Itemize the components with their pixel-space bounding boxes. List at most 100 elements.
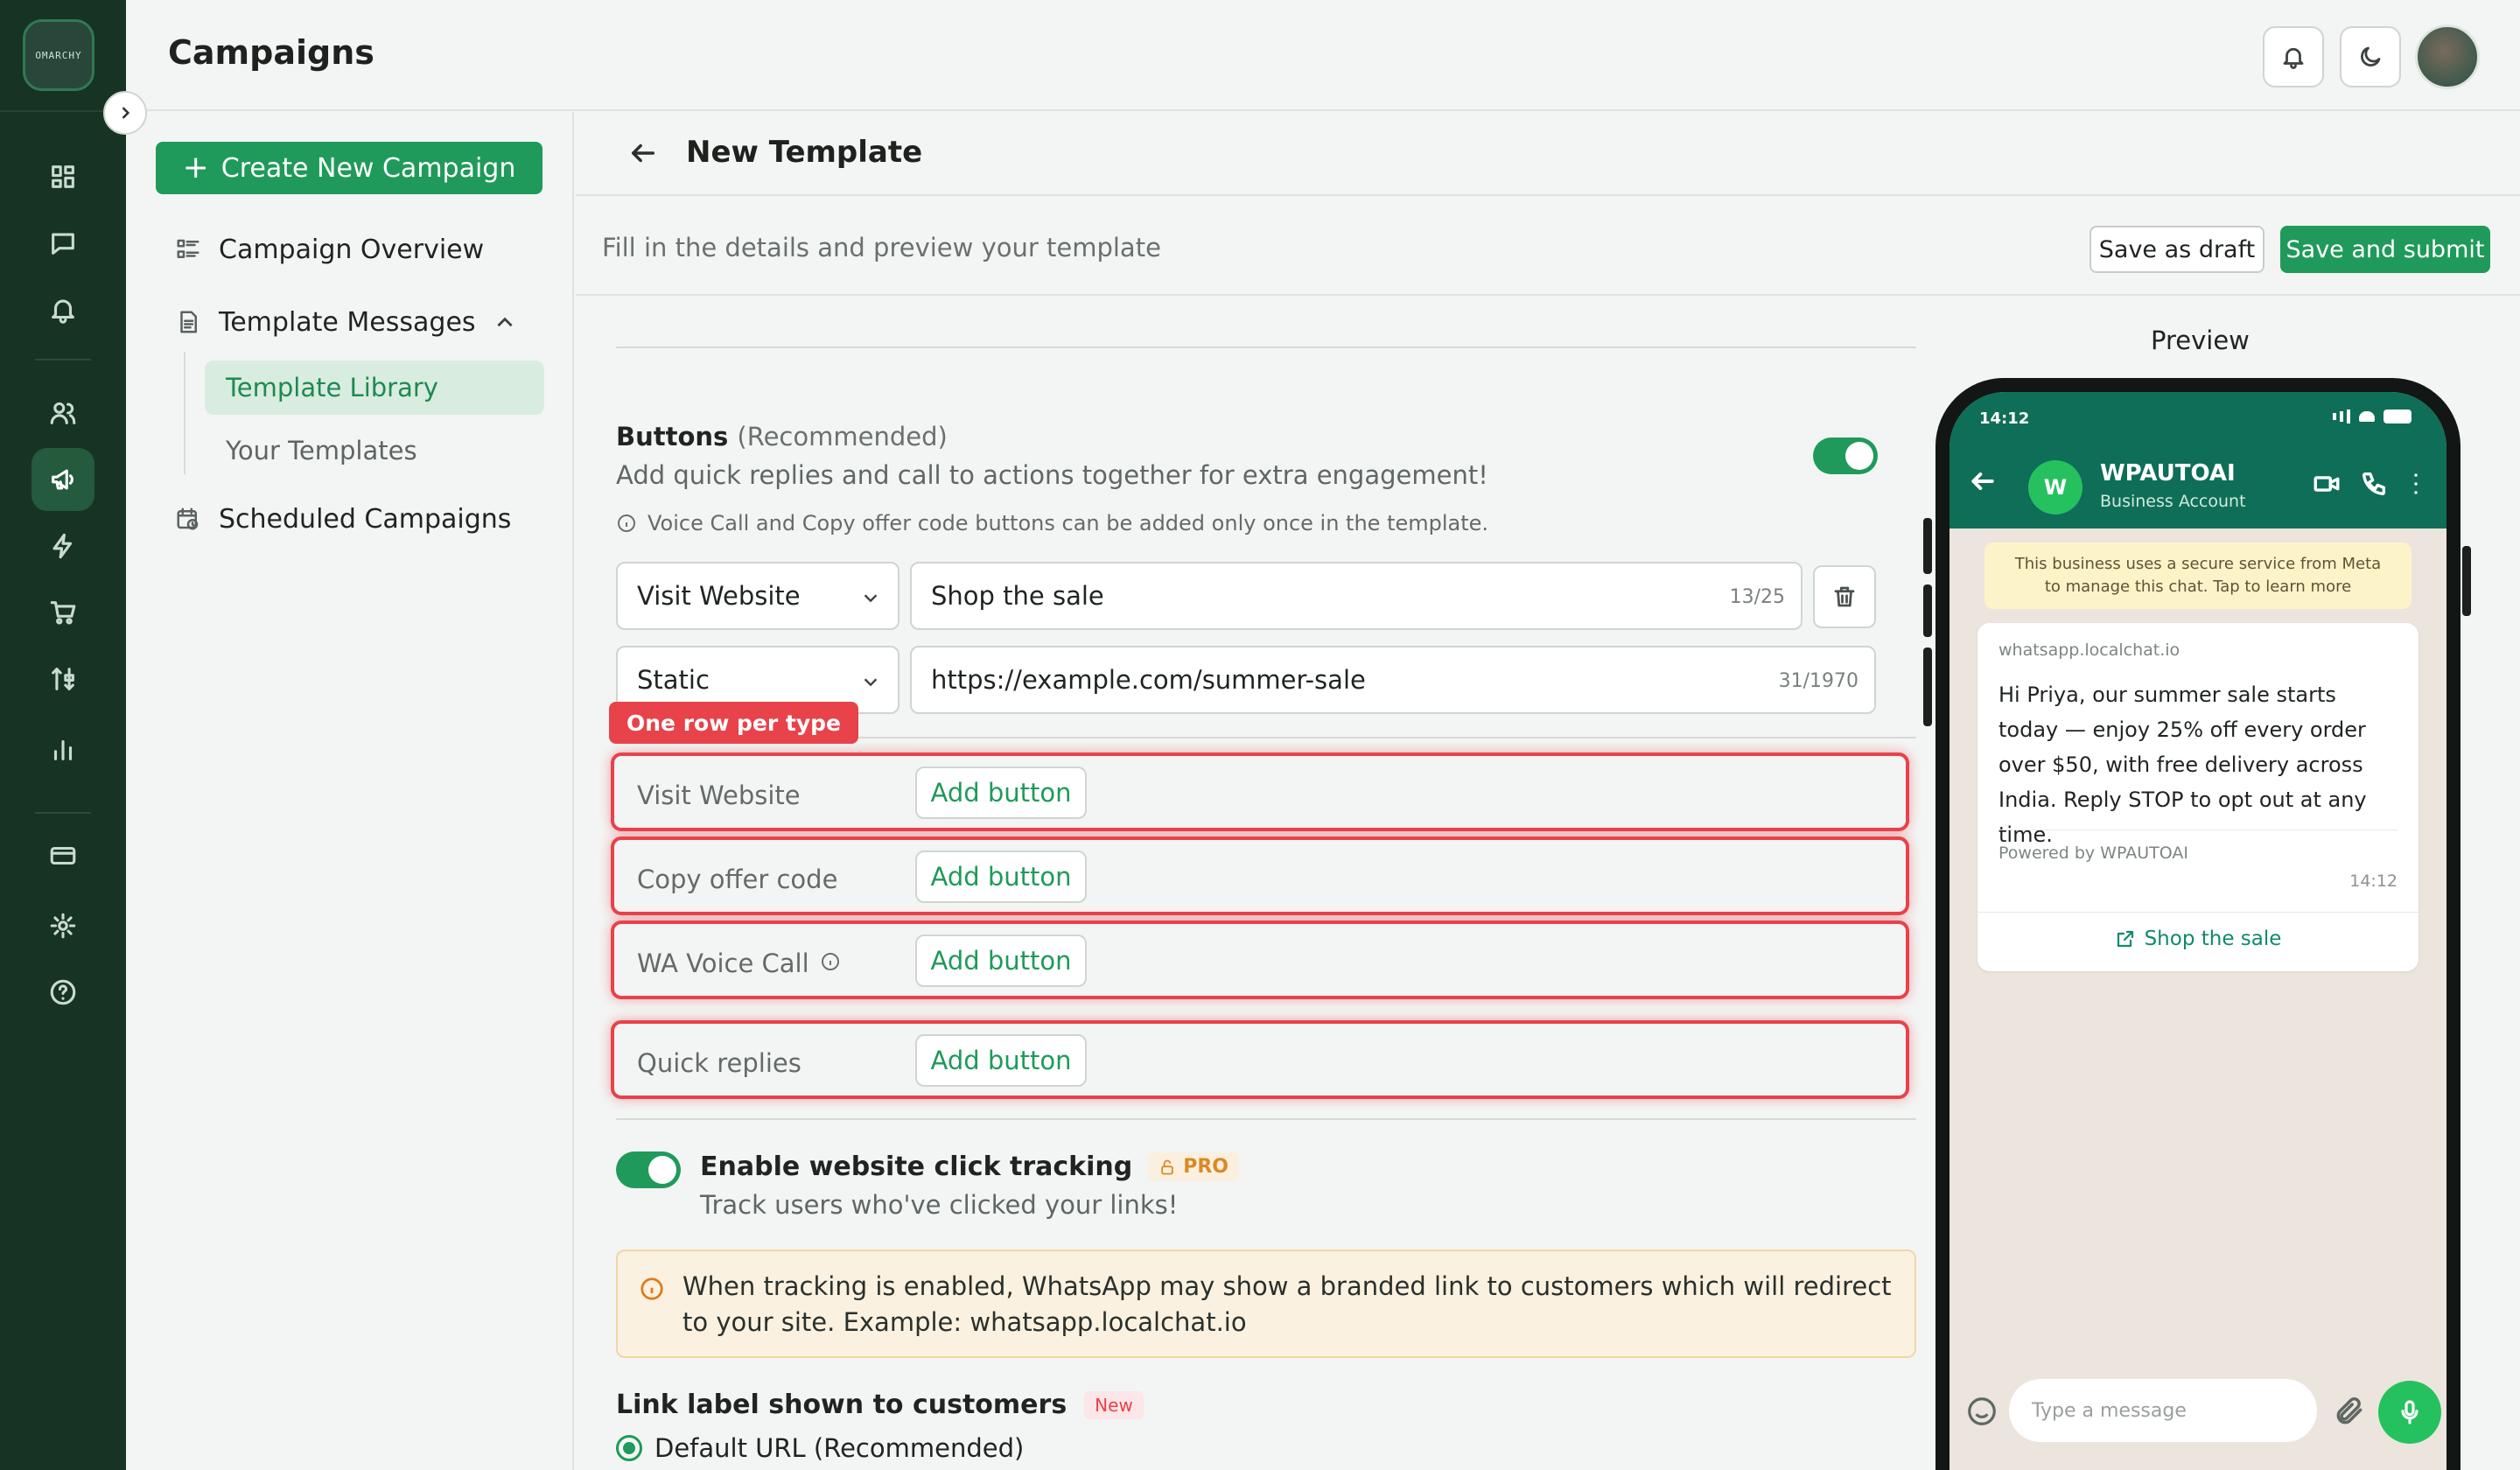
buttons-section-label: Buttons (Recommended) [616, 422, 948, 452]
add-button[interactable]: Add button [915, 934, 1087, 987]
status-time: 14:12 [1979, 410, 2030, 428]
nav-your-templates[interactable]: Your Templates [205, 424, 544, 478]
editor-header: New Template [576, 112, 2520, 196]
save-submit-button[interactable]: Save and submit [2280, 226, 2490, 273]
phone-button [1923, 584, 1932, 637]
tracking-toggle[interactable] [616, 1152, 681, 1188]
attachment-icon[interactable] [2333, 1395, 2366, 1428]
trash-icon [1834, 586, 1855, 607]
list-icon [177, 239, 200, 258]
business-subtitle: Business Account [2100, 492, 2246, 511]
editor-subheader: Fill in the details and preview your tem… [576, 198, 2520, 296]
pro-badge: PRO [1148, 1152, 1239, 1181]
rail-settings[interactable] [32, 894, 94, 957]
template-form: Buttons (Recommended) Add quick replies … [576, 298, 1916, 1470]
rail-billing[interactable] [32, 824, 94, 887]
nav-template-messages[interactable]: Template Messages [175, 300, 476, 344]
business-name: WPAUTOAI [2100, 460, 2236, 486]
chevron-right-icon [122, 107, 130, 119]
phone-button [1923, 518, 1932, 574]
nav-scheduled-campaigns[interactable]: Scheduled Campaigns [175, 497, 511, 541]
add-row-copy-offer-code: Copy offer code Add button [611, 836, 1909, 915]
megaphone-icon [52, 469, 74, 490]
rail-help[interactable] [32, 961, 94, 1024]
cta-button[interactable]: Shop the sale [1978, 928, 2418, 950]
rail-contacts[interactable] [32, 382, 94, 444]
video-icon[interactable] [2312, 469, 2342, 499]
signal-icon [2333, 413, 2336, 420]
back-arrow-icon[interactable] [628, 138, 658, 168]
phone-screen: 14:12 W WPAUTOAI Business Account This b… [1950, 392, 2446, 1470]
divider [616, 346, 1916, 348]
mic-button[interactable] [2378, 1381, 2441, 1444]
tracking-helper: Track users who've clicked your links! [700, 1190, 1179, 1220]
add-button[interactable]: Add button [915, 766, 1087, 819]
nav-template-library[interactable]: Template Library [205, 360, 544, 415]
emoji-icon[interactable] [1965, 1395, 1998, 1428]
document-icon [180, 311, 197, 333]
plus-icon: + [182, 150, 209, 186]
new-badge: New [1084, 1390, 1144, 1419]
rail-commerce[interactable] [32, 581, 94, 644]
more-vertical-icon[interactable] [2401, 469, 2431, 499]
annotation-tag: One row per type [609, 702, 858, 744]
save-draft-button[interactable]: Save as draft [2090, 226, 2264, 273]
notifications-button[interactable] [2263, 26, 2324, 88]
phone-icon[interactable] [2359, 469, 2389, 499]
chat-header: 14:12 W WPAUTOAI Business Account [1950, 392, 2446, 528]
chevron-up-icon[interactable] [494, 312, 516, 334]
radio-selected-icon [616, 1435, 642, 1461]
dashboard-icon [52, 165, 74, 188]
page-title: Campaigns [168, 33, 374, 72]
row-label: Quick replies [637, 1048, 802, 1078]
char-counter: 31/1970 [1778, 670, 1858, 692]
meta-security-note[interactable]: This business uses a secure service from… [1984, 542, 2412, 609]
message-input[interactable]: Type a message [2009, 1379, 2317, 1442]
buttons-toggle[interactable] [1813, 438, 1878, 474]
add-row-visit-website: Visit Website Add button [611, 752, 1909, 831]
theme-toggle-button[interactable] [2340, 26, 2401, 88]
button-type-select[interactable]: Visit Website [616, 562, 900, 630]
moon-icon [2361, 46, 2381, 66]
editor-description: Fill in the details and preview your tem… [602, 233, 1161, 262]
phone-preview: 14:12 W WPAUTOAI Business Account This b… [1936, 378, 2460, 1470]
nav-campaign-overview[interactable]: Campaign Overview [175, 228, 484, 271]
signal-icon [2347, 410, 2350, 424]
button-text-input[interactable]: Shop the sale 13/25 [910, 562, 1802, 630]
cart-icon [50, 601, 76, 625]
rail-dashboard[interactable] [32, 145, 94, 208]
radio-default-url[interactable]: Default URL (Recommended) [616, 1433, 1024, 1463]
add-button[interactable]: Add button [915, 1034, 1087, 1087]
collapse-sidebar-button[interactable] [103, 91, 147, 135]
row-label: WA Voice Call [637, 948, 841, 978]
add-button[interactable]: Add button [915, 850, 1087, 903]
card-icon [50, 846, 76, 865]
rail-divider [35, 812, 91, 814]
rail-flows[interactable] [32, 648, 94, 710]
app-logo[interactable]: OMARCHY [23, 19, 94, 91]
user-avatar[interactable] [2415, 24, 2480, 89]
signal-icon [2340, 411, 2343, 422]
chevron-down-icon [864, 594, 878, 603]
url-input[interactable]: https://example.com/summer-sale 31/1970 [910, 646, 1876, 714]
flow-icon [52, 668, 74, 690]
gear-icon [50, 913, 76, 939]
info-icon[interactable] [820, 948, 841, 978]
delete-button[interactable] [1813, 565, 1876, 628]
rail-campaigns[interactable] [32, 448, 94, 511]
users-icon [50, 402, 76, 424]
bell-icon [52, 299, 74, 324]
chat-icon [52, 233, 74, 255]
rail-notifications[interactable] [32, 278, 94, 341]
mic-icon [2401, 1400, 2418, 1424]
create-campaign-button[interactable]: + Create New Campaign [156, 142, 542, 194]
info-icon [618, 514, 635, 532]
back-arrow-icon[interactable] [1969, 467, 1997, 495]
divider [1978, 912, 2418, 913]
top-header: Campaigns [126, 0, 2520, 111]
buttons-helper: Add quick replies and call to actions to… [616, 460, 1488, 490]
editor-title: New Template [686, 135, 923, 170]
rail-chat[interactable] [32, 212, 94, 275]
rail-automations[interactable] [32, 514, 94, 578]
rail-analytics[interactable] [32, 718, 94, 780]
